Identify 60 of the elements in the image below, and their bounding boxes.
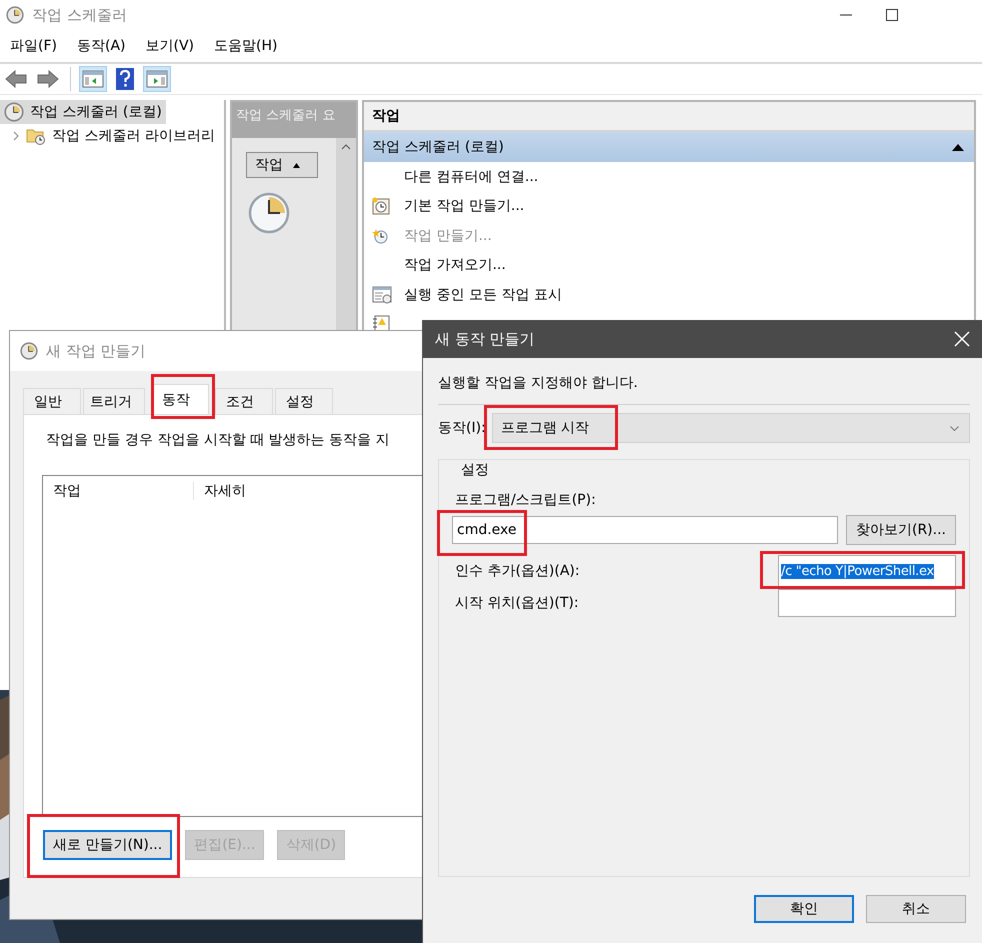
window-title: 작업 스케줄러 (32, 6, 127, 24)
action-link[interactable]: 작업 가져오기... (404, 256, 506, 274)
program-field[interactable]: cmd.exe (452, 516, 838, 544)
folder-clock-icon (26, 127, 46, 145)
toolbar-button[interactable] (79, 66, 107, 92)
close-icon (954, 331, 970, 347)
column-header: 자세히 (203, 482, 246, 500)
pane-title: 작업 (364, 102, 974, 132)
field-label: 프로그램/스크립트(P): (454, 491, 597, 509)
action-link[interactable]: 다른 컴퓨터에 연결... (404, 168, 538, 186)
forward-arrow-icon (37, 69, 59, 89)
clock-icon (20, 342, 38, 360)
menu-item[interactable]: 도움말(H) (208, 37, 284, 55)
tab[interactable]: 일반 (23, 388, 81, 414)
pane-toggle-icon (82, 70, 104, 88)
tree-item[interactable]: 작업 스케줄러 라이브러리 (8, 124, 219, 148)
field-label: 동작(I): (438, 419, 486, 437)
sort-arrow-icon (293, 162, 300, 168)
scroll-up-icon (341, 144, 351, 150)
group-header[interactable]: 작업 스케줄러 (로컬) (364, 132, 974, 162)
tab[interactable]: 트리거 (83, 388, 145, 414)
maximize-icon (886, 9, 898, 21)
menu-item[interactable]: 동작(A) (70, 37, 132, 55)
tab[interactable]: 설정 (275, 388, 333, 414)
dialog-title: 새 동작 만들기 (435, 330, 536, 348)
dialog-title: 새 작업 만들기 (46, 342, 146, 360)
pane-toggle-icon (146, 70, 168, 88)
menu-item[interactable]: 파일(F) (4, 37, 63, 55)
collapse-triangle-icon (952, 144, 964, 150)
tree-item[interactable]: 작업 스케줄러 (로컬) (0, 100, 166, 124)
dialog-button[interactable]: 취소 (866, 895, 966, 923)
start-in-field[interactable] (778, 589, 956, 617)
tab[interactable]: 조건 (215, 388, 273, 414)
clock-icon (4, 102, 24, 122)
menu-item[interactable]: 보기(V) (140, 37, 200, 55)
chevron-down-icon (950, 426, 959, 430)
back-arrow-icon (5, 69, 27, 89)
clock-icon (6, 6, 24, 24)
dialog-button[interactable]: 새로 만들기(N)... (43, 830, 172, 860)
action-dropdown[interactable]: 프로그램 시작 (492, 413, 970, 443)
calendar-clock-icon (372, 197, 390, 216)
toolbar-button[interactable] (143, 66, 171, 92)
clock-icon (248, 192, 290, 234)
group-title: 설정 (460, 461, 490, 479)
column-header[interactable]: 작업 (246, 152, 318, 178)
tab[interactable]: 동작 (151, 384, 209, 414)
field-label: 인수 추가(옵션)(A): (454, 562, 581, 580)
field-label: 시작 위치(옵션)(T): (454, 594, 580, 612)
description-text: 작업을 만들 경우 작업을 시작할 때 발생하는 동작을 지 (45, 431, 391, 449)
column-header: 작업 (43, 482, 194, 500)
instruction-text: 실행할 작업을 지정해야 합니다. (438, 374, 639, 392)
collapse-caret-icon (12, 131, 20, 141)
dialog-button[interactable]: 확인 (754, 895, 854, 923)
pane-title: 작업 스케줄러 요 (232, 102, 356, 138)
action-link[interactable]: 기본 작업 만들기... (404, 197, 524, 216)
window-list-icon (372, 286, 392, 304)
arguments-field[interactable]: /c "echo Y|PowerShell.ex (778, 555, 956, 587)
help-icon (116, 68, 134, 90)
browse-button[interactable]: 찾아보기(R)... (846, 515, 956, 545)
action-link[interactable]: 실행 중인 모든 작업 표시 (404, 286, 562, 304)
